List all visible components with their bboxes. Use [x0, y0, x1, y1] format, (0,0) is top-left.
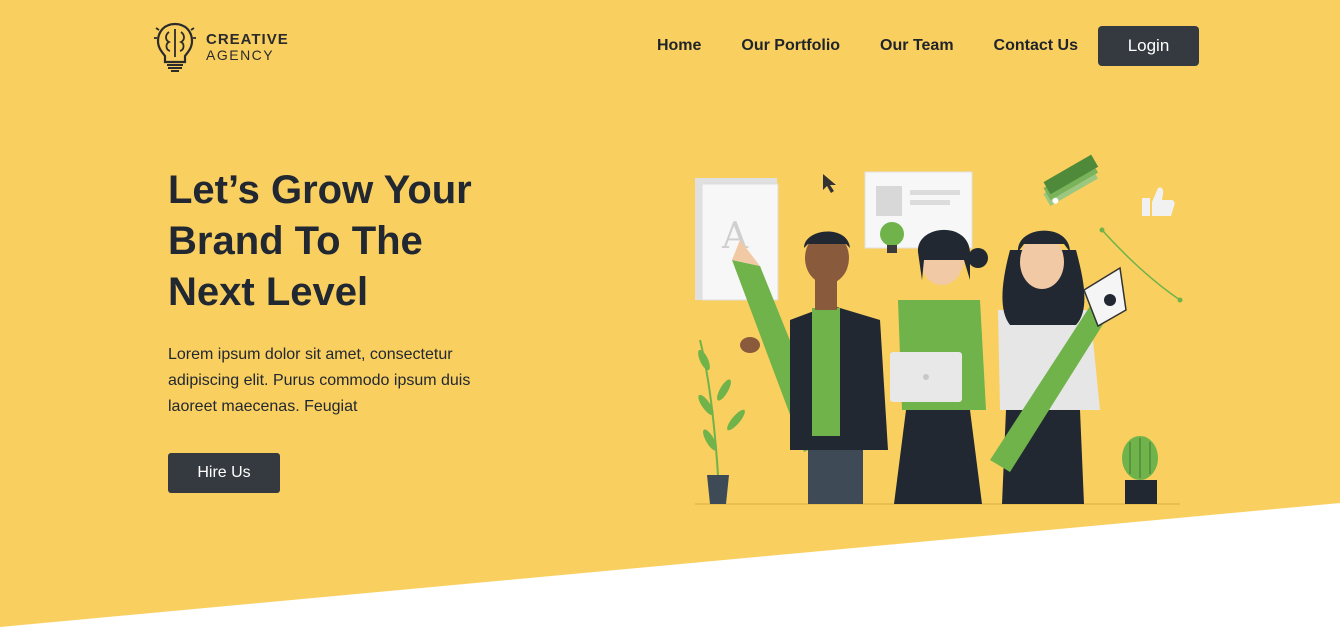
hire-us-button[interactable]: Hire Us: [168, 453, 280, 493]
hero-title: Let’s Grow Your Brand To The Next Level: [168, 165, 568, 318]
team-illustration: A: [695, 154, 1183, 505]
login-button[interactable]: Login: [1098, 26, 1199, 66]
nav-contact-us[interactable]: Contact Us: [994, 37, 1078, 55]
nav-our-portfolio[interactable]: Our Portfolio: [741, 37, 840, 55]
nav-our-team[interactable]: Our Team: [880, 37, 954, 55]
hero-description-line: laoreet maecenas. Feugiat: [168, 398, 358, 415]
hero-description-line: Lorem ipsum dolor sit amet, consectetur: [168, 346, 453, 363]
nav-home[interactable]: Home: [657, 37, 701, 55]
hero-description-line: adipiscing elit. Purus commodo ipsum dui…: [168, 372, 471, 389]
cursor-icon: [823, 174, 836, 193]
hero-description: Lorem ipsum dolor sit amet, consectetur …: [168, 342, 528, 420]
main-nav: Home Our Portfolio Our Team Contact Us L…: [657, 26, 1199, 66]
brand-logo[interactable]: CREATIVE AGENCY: [152, 20, 289, 74]
plant-left-illustration: [698, 339, 745, 504]
cactus-illustration: [1122, 436, 1158, 504]
color-swatch-icon: [1043, 154, 1099, 206]
brand-name-line2: AGENCY: [206, 46, 275, 63]
thumbs-up-icon: [1142, 187, 1175, 216]
hero-title-line: Let’s Grow Your: [168, 168, 472, 212]
lightbulb-brain-icon: [152, 20, 198, 74]
person-woman-middle-illustration: [890, 229, 988, 504]
hero-title-line: Brand To The: [168, 219, 423, 263]
brand-name-line1: CREATIVE: [206, 30, 289, 48]
hero-title-line: Next Level: [168, 270, 369, 314]
